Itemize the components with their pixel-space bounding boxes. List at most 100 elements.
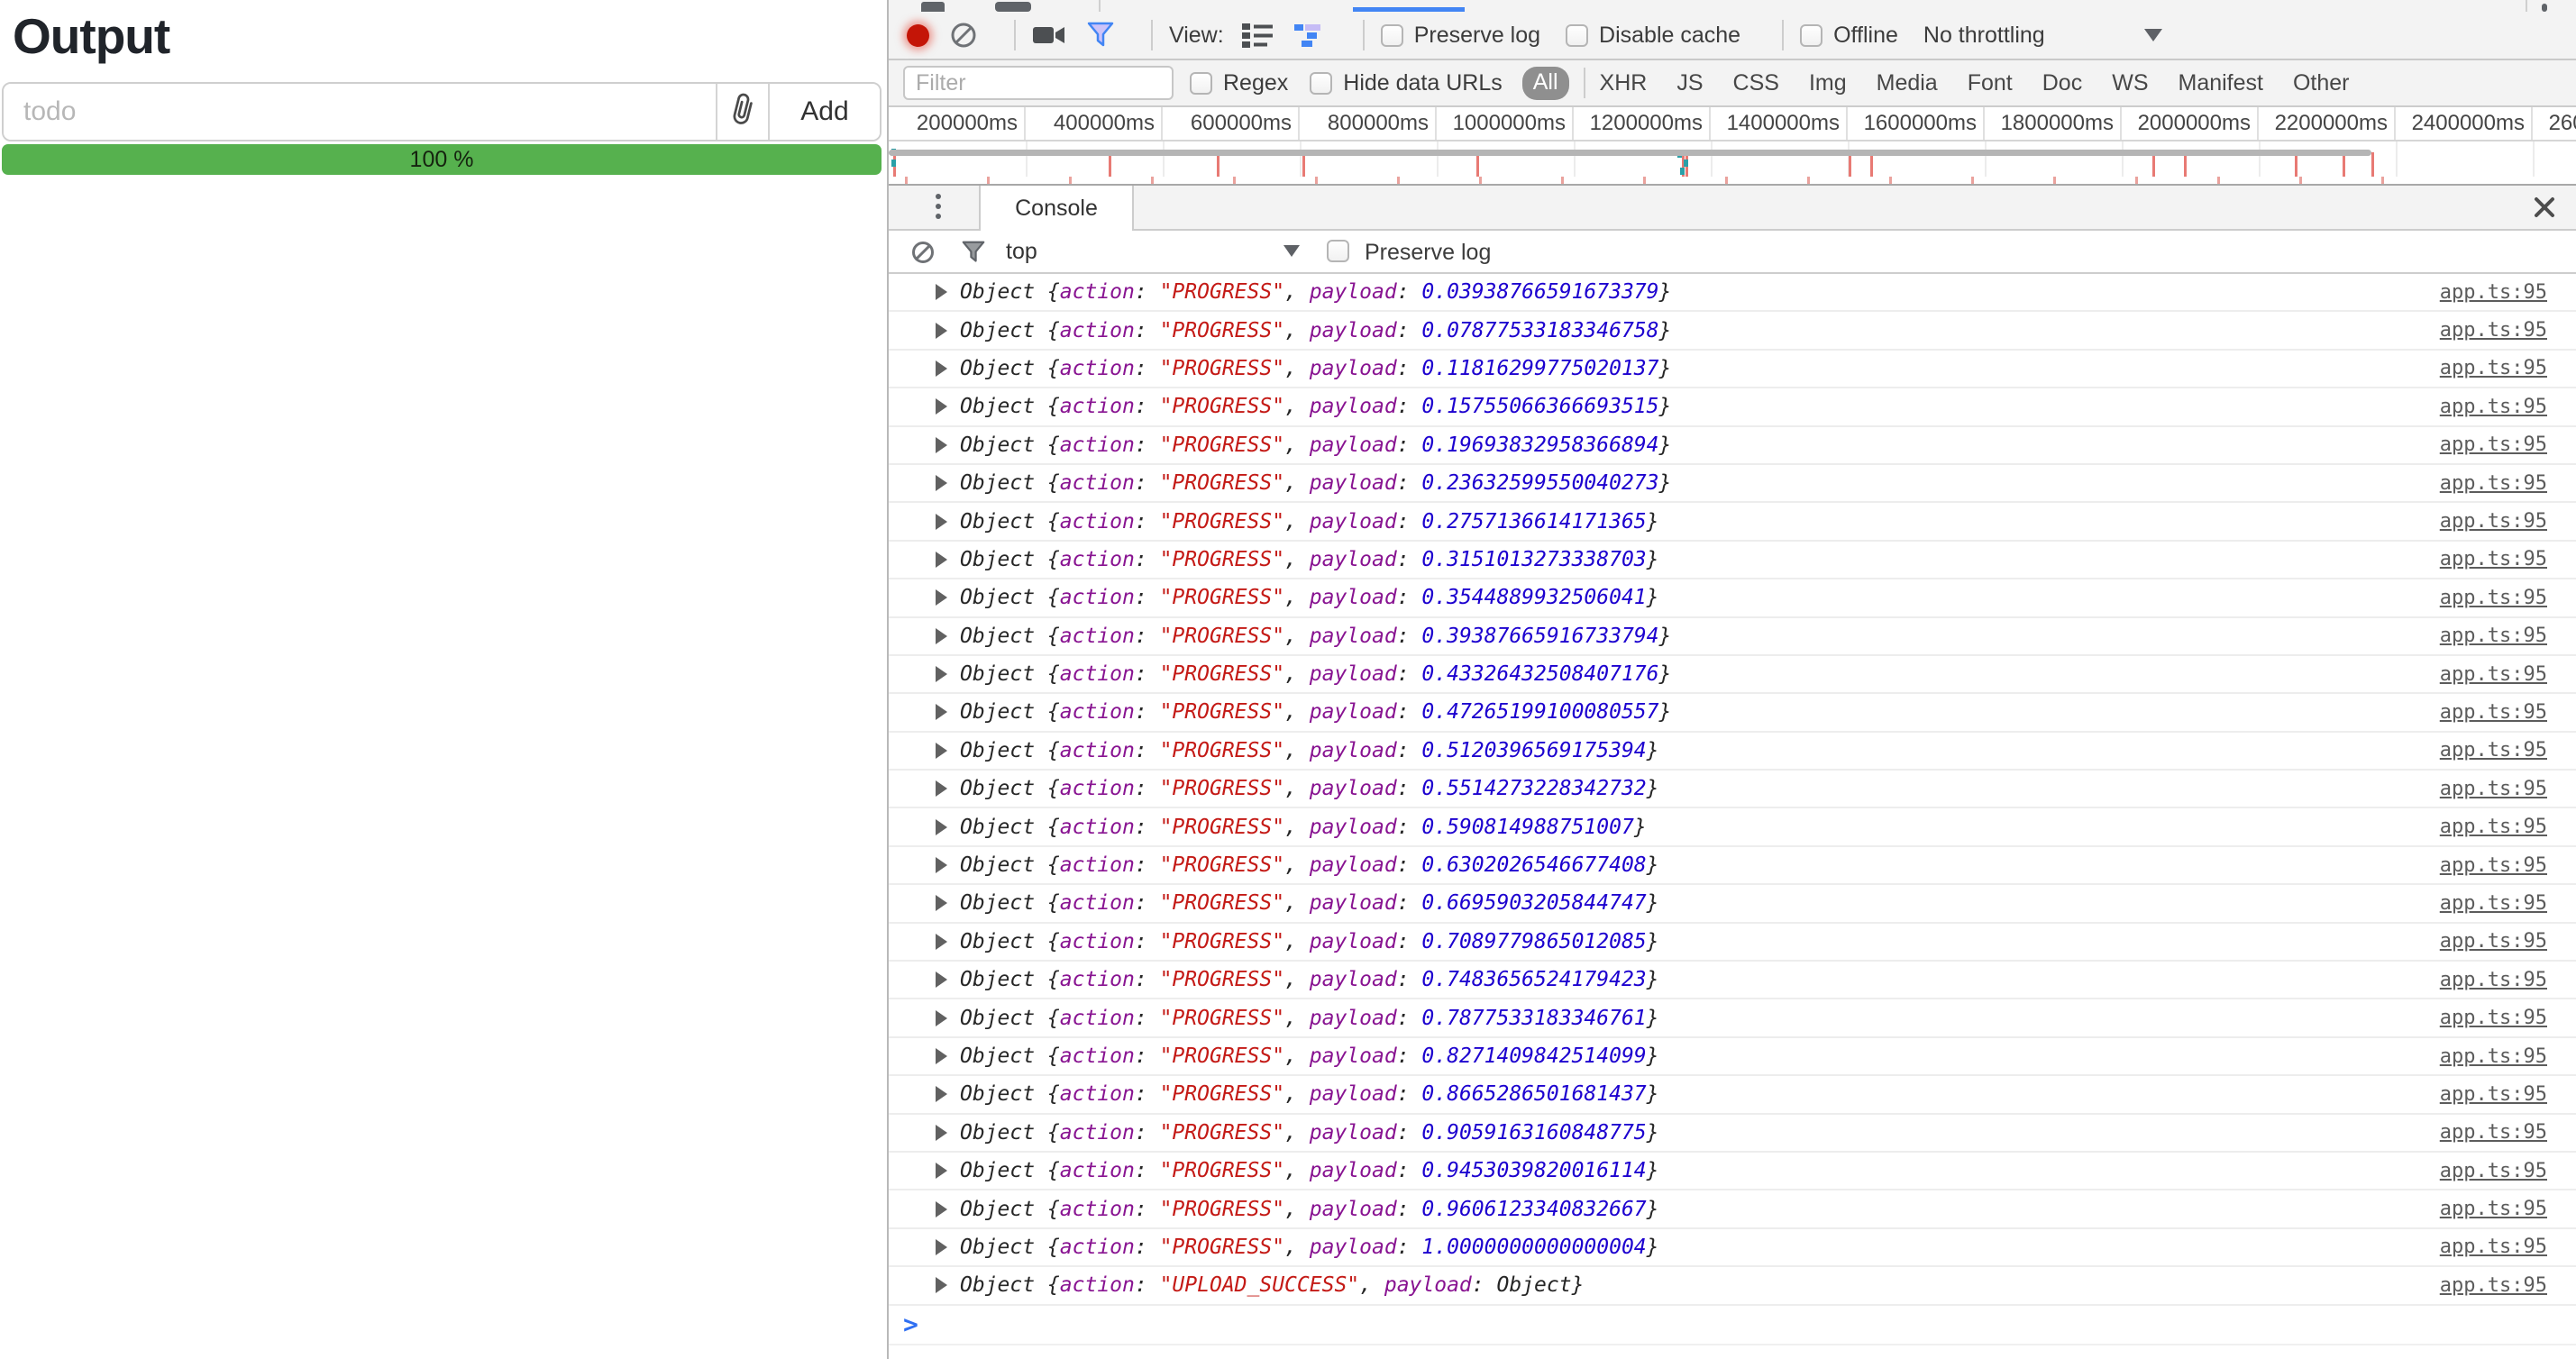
- type-filter-ws[interactable]: WS: [2112, 70, 2148, 96]
- console-log-row[interactable]: Object {action: "PROGRESS", payload: 0.6…: [889, 847, 2576, 885]
- console-log-row[interactable]: Object {action: "PROGRESS", payload: 0.5…: [889, 733, 2576, 771]
- console-log-row[interactable]: Object {action: "PROGRESS", payload: 0.0…: [889, 312, 2576, 350]
- console-log-row[interactable]: Object {action: "PROGRESS", payload: 0.7…: [889, 999, 2576, 1037]
- type-filter-font[interactable]: Font: [1968, 70, 2013, 96]
- type-filter-js[interactable]: JS: [1676, 70, 1703, 96]
- source-link[interactable]: app.ts:95: [2440, 433, 2547, 456]
- console-log-row[interactable]: Object {action: "PROGRESS", payload: 1.0…: [889, 1229, 2576, 1267]
- network-filter-toggle[interactable]: [1086, 22, 1115, 49]
- console-log-row[interactable]: Object {action: "PROGRESS", payload: 0.2…: [889, 465, 2576, 503]
- console-log-row[interactable]: Object {action: "PROGRESS", payload: 0.9…: [889, 1190, 2576, 1228]
- disclosure-triangle-icon[interactable]: [936, 1201, 947, 1218]
- kebab-menu-icon[interactable]: [2542, 4, 2547, 12]
- hide-data-urls-checkbox[interactable]: [1310, 72, 1332, 95]
- disclosure-triangle-icon[interactable]: [936, 1125, 947, 1141]
- attach-button[interactable]: [716, 84, 768, 140]
- console-log-row[interactable]: Object {action: "PROGRESS", payload: 0.1…: [889, 427, 2576, 465]
- disclosure-triangle-icon[interactable]: [936, 895, 947, 911]
- disclosure-triangle-icon[interactable]: [936, 857, 947, 873]
- todo-input[interactable]: [4, 84, 716, 140]
- disclosure-triangle-icon[interactable]: [936, 323, 947, 339]
- disclosure-triangle-icon[interactable]: [936, 628, 947, 644]
- record-button[interactable]: [907, 24, 929, 47]
- source-link[interactable]: app.ts:95: [2440, 587, 2547, 609]
- clear-button[interactable]: [949, 21, 978, 50]
- source-link[interactable]: app.ts:95: [2440, 357, 2547, 379]
- source-link[interactable]: app.ts:95: [2440, 816, 2547, 838]
- type-filter-manifest[interactable]: Manifest: [2179, 70, 2263, 96]
- console-preserve-log-checkbox[interactable]: [1327, 240, 1349, 262]
- source-link[interactable]: app.ts:95: [2440, 396, 2547, 418]
- source-link[interactable]: app.ts:95: [2440, 930, 2547, 953]
- disclosure-triangle-icon[interactable]: [936, 360, 947, 377]
- source-link[interactable]: app.ts:95: [2440, 1160, 2547, 1182]
- console-log-row[interactable]: Object {action: "PROGRESS", payload: 0.1…: [889, 388, 2576, 426]
- console-log-row[interactable]: Object {action: "PROGRESS", payload: 0.1…: [889, 351, 2576, 388]
- source-link[interactable]: app.ts:95: [2440, 1236, 2547, 1258]
- console-log-row[interactable]: Object {action: "PROGRESS", payload: 0.9…: [889, 1115, 2576, 1153]
- console-log-row[interactable]: Object {action: "PROGRESS", payload: 0.3…: [889, 542, 2576, 579]
- disclosure-triangle-icon[interactable]: [936, 1277, 947, 1293]
- console-filter-button[interactable]: [961, 241, 986, 269]
- overview-scrollbar[interactable]: [889, 150, 2371, 156]
- source-link[interactable]: app.ts:95: [2440, 1083, 2547, 1106]
- source-link[interactable]: app.ts:95: [2440, 778, 2547, 800]
- capture-screenshots-button[interactable]: [1032, 23, 1066, 48]
- disclosure-triangle-icon[interactable]: [936, 743, 947, 759]
- disable-cache-checkbox[interactable]: [1566, 24, 1588, 47]
- clear-console-button[interactable]: [910, 240, 936, 269]
- console-prompt[interactable]: >: [889, 1306, 2576, 1345]
- source-link[interactable]: app.ts:95: [2440, 854, 2547, 877]
- console-log-row[interactable]: Object {action: "PROGRESS", payload: 0.3…: [889, 579, 2576, 617]
- source-link[interactable]: app.ts:95: [2440, 969, 2547, 991]
- view-list-button[interactable]: [1242, 23, 1274, 48]
- console-log-row[interactable]: Object {action: "UPLOAD_SUCCESS", payloa…: [889, 1267, 2576, 1305]
- console-log-row[interactable]: Object {action: "PROGRESS", payload: 0.9…: [889, 1153, 2576, 1190]
- disclosure-triangle-icon[interactable]: [936, 398, 947, 415]
- disclosure-triangle-icon[interactable]: [936, 1239, 947, 1255]
- console-log-row[interactable]: Object {action: "PROGRESS", payload: 0.7…: [889, 924, 2576, 962]
- console-log-row[interactable]: Object {action: "PROGRESS", payload: 0.6…: [889, 885, 2576, 923]
- hide-data-urls-toggle[interactable]: Hide data URLs: [1310, 70, 1502, 96]
- console-log-row[interactable]: Object {action: "PROGRESS", payload: 0.4…: [889, 656, 2576, 694]
- disable-cache-toggle[interactable]: Disable cache: [1566, 23, 1740, 49]
- source-link[interactable]: app.ts:95: [2440, 739, 2547, 762]
- source-link[interactable]: app.ts:95: [2440, 1121, 2547, 1144]
- source-link[interactable]: app.ts:95: [2440, 701, 2547, 724]
- source-link[interactable]: app.ts:95: [2440, 281, 2547, 304]
- source-link[interactable]: app.ts:95: [2440, 625, 2547, 647]
- network-filter-input[interactable]: [903, 66, 1174, 100]
- disclosure-triangle-icon[interactable]: [936, 475, 947, 491]
- disclosure-triangle-icon[interactable]: [936, 589, 947, 606]
- preserve-log-checkbox[interactable]: [1381, 24, 1403, 47]
- type-filter-doc[interactable]: Doc: [2042, 70, 2082, 96]
- type-filter-xhr[interactable]: XHR: [1600, 70, 1648, 96]
- source-link[interactable]: app.ts:95: [2440, 1007, 2547, 1029]
- offline-checkbox[interactable]: [1800, 24, 1822, 47]
- overview-strip[interactable]: [889, 141, 2576, 177]
- console-log-row[interactable]: Object {action: "PROGRESS", payload: 0.3…: [889, 618, 2576, 656]
- source-link[interactable]: app.ts:95: [2440, 319, 2547, 342]
- disclosure-triangle-icon[interactable]: [936, 1010, 947, 1026]
- disclosure-triangle-icon[interactable]: [936, 284, 947, 300]
- disclosure-triangle-icon[interactable]: [936, 1086, 947, 1102]
- offline-toggle[interactable]: Offline: [1800, 23, 1898, 49]
- type-filter-media[interactable]: Media: [1877, 70, 1938, 96]
- disclosure-triangle-icon[interactable]: [936, 704, 947, 720]
- console-log-row[interactable]: Object {action: "PROGRESS", payload: 0.5…: [889, 771, 2576, 808]
- console-log-row[interactable]: Object {action: "PROGRESS", payload: 0.8…: [889, 1076, 2576, 1114]
- view-waterfall-button[interactable]: [1294, 23, 1327, 48]
- throttling-select[interactable]: No throttling: [1923, 23, 2162, 49]
- type-filter-css[interactable]: CSS: [1733, 70, 1779, 96]
- regex-toggle[interactable]: Regex: [1190, 70, 1288, 96]
- tab-console[interactable]: Console: [979, 186, 1134, 231]
- drawer-menu-button[interactable]: [936, 194, 941, 219]
- source-link[interactable]: app.ts:95: [2440, 1045, 2547, 1068]
- source-link[interactable]: app.ts:95: [2440, 892, 2547, 915]
- console-log-row[interactable]: Object {action: "PROGRESS", payload: 0.2…: [889, 503, 2576, 541]
- disclosure-triangle-icon[interactable]: [936, 1163, 947, 1179]
- console-log-row[interactable]: Object {action: "PROGRESS", payload: 0.7…: [889, 962, 2576, 999]
- disclosure-triangle-icon[interactable]: [936, 971, 947, 988]
- console-log-row[interactable]: Object {action: "PROGRESS", payload: 0.4…: [889, 694, 2576, 732]
- type-filter-other[interactable]: Other: [2293, 70, 2350, 96]
